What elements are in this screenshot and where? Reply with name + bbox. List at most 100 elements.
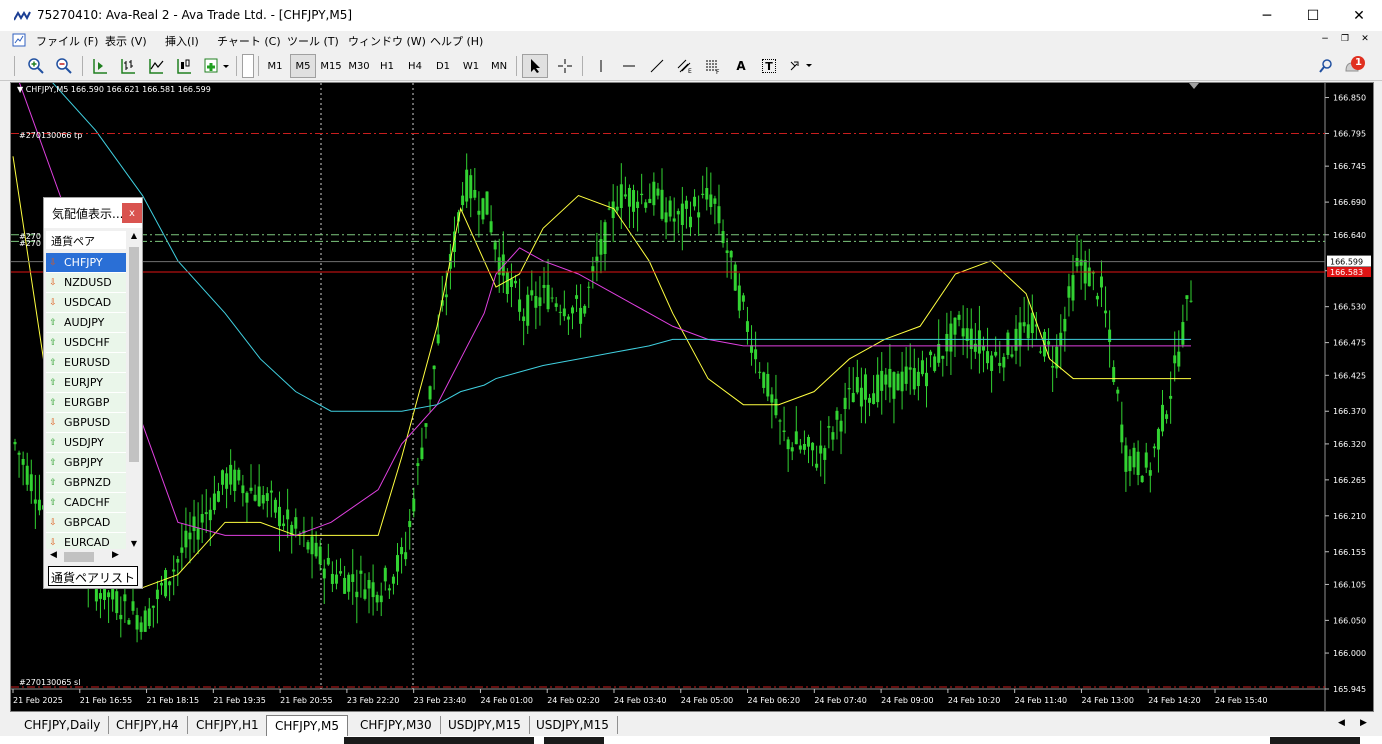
candle-body <box>131 601 135 611</box>
vertical-line-icon[interactable] <box>588 54 614 78</box>
close-button[interactable]: ✕ <box>1336 0 1382 31</box>
y-tick-label: 166.530 <box>1333 303 1366 312</box>
candle-body <box>680 203 684 226</box>
market-watch-row[interactable]: ⇧ CADCHF <box>46 493 126 513</box>
scrollbar-thumb[interactable] <box>64 552 94 562</box>
price-chart[interactable]: 166.850 166.795 166.745 166.690 166.640 166.5… <box>11 83 1373 711</box>
timeframe-w1-button[interactable]: W1 <box>458 54 484 78</box>
candle-body <box>192 516 196 532</box>
menu-chart[interactable]: チャート (C) <box>217 33 281 49</box>
cursor-icon[interactable] <box>522 54 548 78</box>
zoom-in-icon[interactable] <box>24 54 48 78</box>
chart-shift-icon[interactable] <box>88 54 112 78</box>
bar-chart-icon[interactable] <box>116 54 140 78</box>
add-indicator-icon[interactable] <box>200 54 234 78</box>
chart-dropdown-icon[interactable]: ▼ <box>17 85 23 94</box>
candle-body <box>847 388 851 390</box>
horizontal-line-icon[interactable] <box>616 54 642 78</box>
zoom-out-icon[interactable] <box>52 54 76 78</box>
scroll-right-icon[interactable]: ▶ <box>112 550 119 560</box>
app-logo-icon <box>14 11 31 21</box>
market-watch-row[interactable]: ⇩ CHFJPY <box>46 253 126 273</box>
toolbar-separator <box>258 56 259 76</box>
menu-view[interactable]: 表示 (V) <box>105 33 147 49</box>
candle-body <box>1156 428 1160 450</box>
tab-scroll-right-icon[interactable]: ▶ <box>1360 718 1367 728</box>
market-watch-horizontal-scrollbar[interactable]: ◀ ▶ <box>46 549 126 564</box>
trendline-icon[interactable] <box>644 54 670 78</box>
timeframe-m1-button[interactable]: M1 <box>262 54 288 78</box>
scroll-down-icon[interactable]: ▼ <box>127 539 141 548</box>
maximize-button[interactable]: ☐ <box>1290 0 1336 31</box>
svg-text:E: E <box>688 68 692 74</box>
candle-body <box>831 432 835 440</box>
timeframe-h1-button[interactable]: H1 <box>374 54 400 78</box>
market-watch-header[interactable]: 気配値表示... x <box>44 198 142 228</box>
chart-tab-active[interactable]: CHFJPY,M5 <box>266 715 348 736</box>
chart-tab[interactable]: CHFJPY,H4 <box>108 716 188 734</box>
menu-tools[interactable]: ツール (T) <box>287 33 339 49</box>
market-watch-row[interactable]: ⇧ USDCHF <box>46 333 126 353</box>
fibonacci-icon[interactable]: F <box>700 54 726 78</box>
timeframe-m15-button[interactable]: M15 <box>318 54 344 78</box>
chart-tab[interactable]: USDJPY,M15 <box>440 716 530 734</box>
chart-tab[interactable]: CHFJPY,Daily <box>16 716 110 734</box>
text-tool-icon[interactable]: A <box>728 54 754 78</box>
minimize-button[interactable]: ─ <box>1244 0 1290 31</box>
chart-area[interactable]: 166.850 166.795 166.745 166.690 166.640 166.5… <box>10 82 1374 712</box>
market-watch-close-button[interactable]: x <box>122 203 142 223</box>
search-icon[interactable] <box>1314 54 1338 78</box>
chart-tab[interactable]: USDJPY,M15 <box>528 716 618 734</box>
market-watch-row[interactable]: ⇩ USDCAD <box>46 293 126 313</box>
child-minimize-button[interactable]: − <box>1318 34 1332 48</box>
child-close-button[interactable]: ✕ <box>1358 34 1372 48</box>
menu-window[interactable]: ウィンドウ (W) <box>348 33 426 49</box>
symbol-label: CHFJPY <box>64 256 103 269</box>
chart-tab[interactable]: CHFJPY,H1 <box>188 716 268 734</box>
price-down-icon: ⇩ <box>49 277 57 288</box>
timeframe-d1-button[interactable]: D1 <box>430 54 456 78</box>
crosshair-icon[interactable] <box>552 54 578 78</box>
candle-chart-icon[interactable] <box>172 54 196 78</box>
market-watch-row[interactable]: ⇧ GBPNZD <box>46 473 126 493</box>
line-chart-icon[interactable] <box>144 54 168 78</box>
market-watch-column-header[interactable]: 通貨ペア <box>46 231 126 249</box>
price-up-icon: ⇧ <box>49 457 57 468</box>
menu-file[interactable]: ファイル (F) <box>36 33 98 49</box>
toolbar-blank-button[interactable] <box>242 54 254 78</box>
timeframe-h4-button[interactable]: H4 <box>402 54 428 78</box>
child-restore-button[interactable]: ❐ <box>1338 34 1352 48</box>
menu-help[interactable]: ヘルプ (H) <box>430 33 483 49</box>
chart-tab[interactable]: CHFJPY,M30 <box>352 716 441 734</box>
market-watch-row[interactable]: ⇧ AUDJPY <box>46 313 126 333</box>
candle-body <box>159 582 163 586</box>
scroll-left-icon[interactable]: ◀ <box>50 550 57 560</box>
menu-insert[interactable]: 挿入(I) <box>165 33 199 49</box>
candle-body <box>1018 322 1022 347</box>
timeframe-mn-button[interactable]: MN <box>486 54 512 78</box>
market-watch-row[interactable]: ⇧ EURUSD <box>46 353 126 373</box>
market-watch-row[interactable]: ⇩ NZDUSD <box>46 273 126 293</box>
market-watch-row[interactable]: ⇧ EURGBP <box>46 393 126 413</box>
market-watch-vertical-scrollbar[interactable]: ▲ ▼ <box>127 231 141 548</box>
price-up-icon: ⇧ <box>49 477 57 488</box>
text-label-icon[interactable]: T <box>756 54 782 78</box>
equidistant-channel-icon[interactable]: E <box>672 54 698 78</box>
market-watch-row[interactable]: ⇧ USDJPY <box>46 433 126 453</box>
notification-bell-icon[interactable]: 1 <box>1342 54 1368 78</box>
market-watch-row[interactable]: ⇩ GBPUSD <box>46 413 126 433</box>
scroll-up-icon[interactable]: ▲ <box>127 231 141 240</box>
market-watch-row[interactable]: ⇧ GBPJPY <box>46 453 126 473</box>
x-tick-label: 21 Feb 20:55 <box>280 696 332 705</box>
candle-body <box>343 577 347 594</box>
scrollbar-thumb[interactable] <box>129 247 139 462</box>
candle-body <box>1120 424 1124 443</box>
timeframe-m5-button[interactable]: M5 <box>290 54 316 78</box>
tab-scroll-left-icon[interactable]: ◀ <box>1338 718 1345 728</box>
market-watch-row[interactable]: ⇧ EURJPY <box>46 373 126 393</box>
timeframe-m30-button[interactable]: M30 <box>346 54 372 78</box>
market-watch-row[interactable]: ⇩ GBPCAD <box>46 513 126 533</box>
candle-body <box>627 187 631 207</box>
market-watch-symbols-tab[interactable]: 通貨ペアリスト <box>48 566 138 586</box>
arrows-icon[interactable] <box>784 54 818 78</box>
